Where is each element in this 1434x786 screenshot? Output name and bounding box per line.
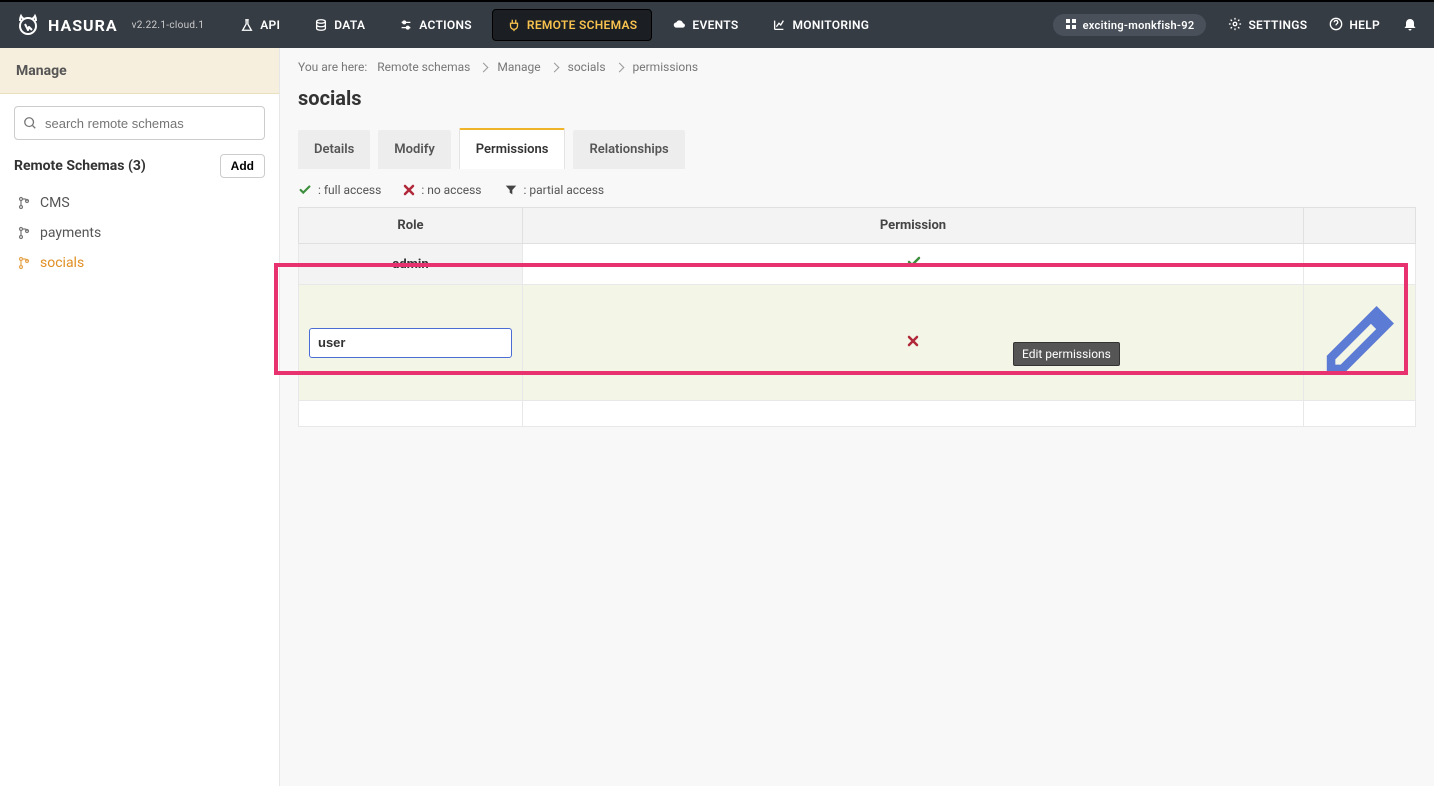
tabs: Details Modify Permissions Relationships — [298, 128, 1416, 169]
nav-label: ACTIONS — [419, 18, 472, 32]
tab-relationships[interactable]: Relationships — [573, 130, 684, 169]
bell-icon[interactable] — [1402, 17, 1418, 33]
tab-details[interactable]: Details — [298, 130, 370, 169]
schema-item-cms[interactable]: CMS — [14, 188, 265, 218]
nav-label: DATA — [334, 18, 365, 32]
search-icon — [23, 116, 37, 130]
schema-item-label: socials — [40, 255, 84, 271]
chart-icon — [772, 18, 786, 32]
help-label: HELP — [1349, 18, 1380, 32]
role-row-admin: admin — [299, 244, 1416, 285]
legend-label: : partial access — [524, 183, 605, 197]
role-cell: admin — [299, 244, 523, 285]
branch-icon — [18, 196, 30, 210]
legend-full-access: : full access — [298, 183, 381, 197]
nav-label: REMOTE SCHEMAS — [527, 18, 638, 32]
sliders-icon — [399, 18, 413, 32]
nav-remote-schemas[interactable]: REMOTE SCHEMAS — [492, 9, 653, 41]
chevron-right-icon — [549, 62, 559, 72]
breadcrumb-link[interactable]: socials — [568, 60, 606, 74]
grid-icon — [1065, 18, 1077, 33]
add-schema-button[interactable]: Add — [220, 154, 265, 178]
col-role: Role — [299, 208, 523, 244]
project-name: exciting-monkfish-92 — [1083, 19, 1195, 32]
edit-permissions-tooltip: Edit permissions — [1013, 342, 1120, 366]
nav-label: API — [260, 18, 280, 32]
action-cell — [1304, 244, 1416, 285]
action-cell — [1304, 285, 1416, 401]
search-input[interactable] — [14, 106, 265, 140]
schema-item-label: payments — [40, 225, 101, 241]
version-text: v2.22.1-cloud.1 — [132, 20, 205, 31]
main-content: You are here: Remote schemas Manage soci… — [280, 48, 1434, 786]
branch-icon — [18, 226, 30, 240]
settings-label: SETTINGS — [1248, 18, 1307, 32]
check-icon — [298, 183, 312, 197]
branch-icon — [18, 256, 30, 270]
nav-data[interactable]: DATA — [300, 2, 379, 48]
breadcrumb-prefix: You are here: — [298, 60, 367, 74]
empty-cell — [299, 401, 523, 427]
col-actions — [1304, 208, 1416, 244]
flask-icon — [240, 18, 254, 32]
search-container — [14, 106, 265, 140]
gear-icon — [1228, 17, 1242, 34]
plug-icon — [507, 18, 521, 32]
brand: HASURA v2.22.1-cloud.1 — [16, 13, 218, 37]
permission-cell — [523, 244, 1304, 285]
cloud-icon — [672, 18, 686, 32]
sidebar: Manage Remote Schemas (3) Add CMS — [0, 48, 280, 786]
nav-settings[interactable]: SETTINGS — [1228, 17, 1307, 34]
breadcrumb: You are here: Remote schemas Manage soci… — [298, 60, 1416, 74]
sidebar-heading: Manage — [0, 48, 279, 94]
nav-help[interactable]: HELP — [1329, 17, 1380, 34]
legend-no-access: : no access — [403, 183, 481, 197]
hasura-logo-icon — [16, 13, 40, 37]
check-icon — [906, 254, 920, 268]
legend-label: : no access — [421, 183, 481, 197]
schema-list: CMS payments socials — [14, 188, 265, 278]
legend-label: : full access — [318, 183, 381, 197]
top-navbar: HASURA v2.22.1-cloud.1 API DATA ACTIONS — [0, 0, 1434, 48]
schemas-title: Remote Schemas (3) — [14, 158, 146, 174]
x-icon — [907, 335, 919, 347]
chevron-right-icon — [614, 62, 624, 72]
edit-permissions-icon[interactable] — [1314, 375, 1405, 390]
empty-cell — [1304, 401, 1416, 427]
nav-actions[interactable]: ACTIONS — [385, 2, 486, 48]
role-cell — [299, 285, 523, 401]
schema-item-label: CMS — [40, 195, 70, 211]
project-selector[interactable]: exciting-monkfish-92 — [1053, 14, 1207, 36]
nav-label: EVENTS — [692, 18, 738, 32]
role-row-empty — [299, 401, 1416, 427]
database-icon — [314, 18, 328, 32]
x-icon — [403, 184, 415, 196]
role-input[interactable] — [309, 328, 512, 358]
nav-api[interactable]: API — [226, 2, 294, 48]
tab-modify[interactable]: Modify — [378, 130, 451, 169]
nav-items: API DATA ACTIONS REMOTE SCHEMAS EVENTS — [226, 2, 883, 48]
breadcrumb-link[interactable]: Manage — [497, 60, 540, 74]
schema-item-socials[interactable]: socials — [14, 248, 265, 278]
chevron-right-icon — [479, 62, 489, 72]
nav-label: MONITORING — [792, 18, 869, 32]
role-row-user — [299, 285, 1416, 401]
col-permission: Permission — [523, 208, 1304, 244]
nav-right: exciting-monkfish-92 SETTINGS HELP — [1053, 14, 1418, 36]
permissions-table: Role Permission admin — [298, 207, 1416, 427]
legend: : full access : no access : partial acce… — [298, 183, 1416, 197]
legend-partial-access: : partial access — [504, 183, 605, 197]
tab-permissions[interactable]: Permissions — [459, 128, 566, 169]
empty-cell — [523, 401, 1304, 427]
filter-icon — [504, 183, 518, 197]
breadcrumb-link[interactable]: Remote schemas — [377, 60, 470, 74]
brand-name: HASURA — [48, 16, 118, 35]
nav-events[interactable]: EVENTS — [658, 2, 752, 48]
schema-item-payments[interactable]: payments — [14, 218, 265, 248]
nav-monitoring[interactable]: MONITORING — [758, 2, 883, 48]
help-icon — [1329, 17, 1343, 34]
permission-cell[interactable] — [523, 285, 1304, 401]
page-title: socials — [298, 86, 1416, 110]
breadcrumb-current: permissions — [633, 60, 699, 74]
